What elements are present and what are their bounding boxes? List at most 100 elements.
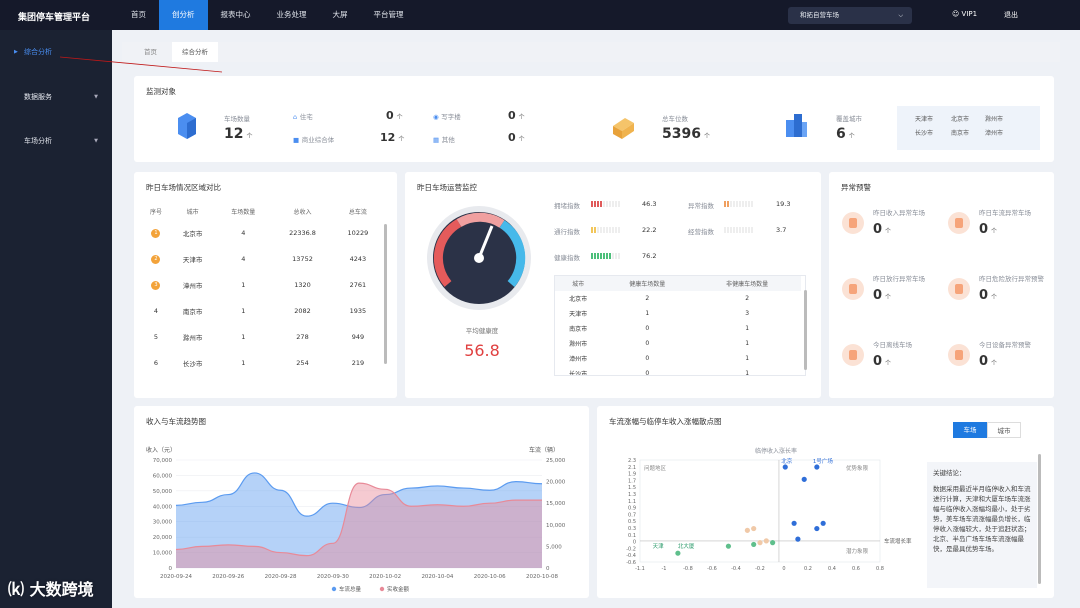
index-label: 异常指数 <box>688 202 714 210</box>
x-tick-label: 0 <box>782 566 785 572</box>
region-table: 序号 城市 车场数量 总收入 总车流 1 北京市 4 22336.8 10229 2 天津… <box>142 202 382 376</box>
cell: 长沙市 <box>182 360 203 368</box>
data-point <box>770 540 776 546</box>
y-tick-label: 1.9 <box>628 472 636 478</box>
col-header[interactable]: 总车流 <box>334 202 382 220</box>
panel-scrollbar[interactable] <box>1038 454 1041 584</box>
cell: 3 <box>745 310 750 317</box>
cell: 1 <box>241 333 246 341</box>
y-tick-label: 0.7 <box>628 512 636 518</box>
cell: 天津市 <box>182 256 203 264</box>
x-tick-label: 0.4 <box>828 566 836 572</box>
y-axis-label: 收入（元） <box>146 446 176 454</box>
point-label: 1号广场 <box>813 457 833 465</box>
tab-city[interactable]: 城市 <box>987 422 1021 438</box>
alert-icon <box>842 344 864 366</box>
unit-label: 个 <box>246 133 253 140</box>
cell: 1 <box>745 325 750 332</box>
region-title: 昨日车场情况区域对比 <box>146 183 221 192</box>
alerts-title: 异常预警 <box>841 183 871 192</box>
alert-label: 昨日收入异常车场 <box>873 209 925 217</box>
data-point <box>820 520 826 526</box>
col-header: 非健康车场数量 <box>726 281 769 288</box>
alert-label: 昨日放行异常车场 <box>873 275 925 283</box>
y-tick-label: 50,000 <box>153 489 173 495</box>
stat-value: 0 <box>508 131 516 144</box>
index-value: 19.3 <box>776 200 791 208</box>
stat-office: ◉ 写字楼 <box>433 111 461 121</box>
col-header: 序号 <box>149 208 162 216</box>
region-scrollbar[interactable] <box>384 224 387 364</box>
x-tick-label: -1 <box>662 566 667 572</box>
point-label: 北大厦 <box>678 542 695 550</box>
col-header[interactable]: 车场数量 <box>215 202 271 220</box>
unit-label: 个 <box>885 360 892 367</box>
alert-icon <box>842 212 864 234</box>
table-row: 滁州市 0 1 <box>555 336 801 351</box>
city-tag: 天津市 <box>915 116 934 123</box>
region-card: 昨日车场情况区域对比 序号 城市 车场数量 总收入 总车流 1 北京市 4 22336… <box>134 172 397 398</box>
y-tick-label: 10,000 <box>153 551 173 557</box>
alert-stat: 0个 <box>873 354 891 369</box>
x-tick-label: 2020-10-08 <box>526 574 558 580</box>
trend-title: 收入与车流趋势图 <box>146 417 206 426</box>
health-table-scrollbar[interactable] <box>804 290 807 370</box>
cell: 6 <box>153 359 159 367</box>
col-header: 城市 <box>572 281 585 288</box>
alert-value: 0 <box>979 354 989 369</box>
data-point <box>744 527 750 533</box>
y-tick-label: 70,000 <box>153 458 173 464</box>
stat-other: ▦ 其他 <box>433 134 455 144</box>
alert-label: 昨日危险放行异常预警 <box>979 275 1044 283</box>
y2-tick-label: 5,000 <box>546 544 562 550</box>
cell: 278 <box>296 333 309 341</box>
cell: 1935 <box>349 307 367 315</box>
point-label: 天津 <box>653 543 665 550</box>
legend-swatch <box>379 586 385 592</box>
health-table-wrap: 城市 健康车场数量 非健康车场数量 北京市 2 2 天津市 1 3 南京市 0 1 滁州市 0… <box>554 275 806 376</box>
cell: 254 <box>296 359 309 367</box>
alert-icon <box>948 344 970 366</box>
panel-text: 数据采用最近半月临停收入和车流进行计算，天津和大厦车场车流涨幅与临停收入涨幅均最… <box>933 485 1031 553</box>
cities-label: 覆盖城市 <box>836 115 862 123</box>
y-tick-label: 2.1 <box>628 465 636 471</box>
city-tag: 南京市 <box>951 130 970 137</box>
x-tick-label: 2020-10-06 <box>474 574 506 580</box>
index-value: 46.3 <box>642 200 657 208</box>
data-point <box>675 550 681 556</box>
unit-label: 个 <box>398 136 405 143</box>
stat-commercial: ■ 商业综合体 <box>293 134 334 144</box>
scatter-title: 车流涨幅与临停车收入涨幅散点图 <box>609 417 722 426</box>
data-point <box>763 538 769 544</box>
cell: 2761 <box>349 281 367 289</box>
ops-title: 昨日车场运营监控 <box>417 183 477 192</box>
cell: 4 <box>241 229 246 237</box>
y-tick-label: 60,000 <box>153 473 173 479</box>
cell: 4243 <box>349 255 367 263</box>
data-point <box>791 520 797 526</box>
y-tick-label: 1.7 <box>628 478 636 484</box>
cell: 1 <box>645 310 650 317</box>
alert-stat: 0个 <box>979 288 997 303</box>
point-label: 北京 <box>781 457 793 465</box>
unit-label: 个 <box>991 360 998 367</box>
cell: 漳州市 <box>182 282 203 290</box>
table-header-row: 城市 健康车场数量 非健康车场数量 <box>555 276 801 291</box>
lots-label: 车场数量 <box>224 115 250 123</box>
tab-lot[interactable]: 车场 <box>953 422 987 438</box>
gauge-value: 56.8 <box>464 341 500 360</box>
data-point <box>795 536 801 542</box>
index-label: 拥堵指数 <box>554 202 580 210</box>
y-tick-label: 40,000 <box>153 504 173 510</box>
cell: 949 <box>351 333 365 341</box>
alert-value: 0 <box>873 288 883 303</box>
quadrant-label: 问题地区 <box>644 464 667 472</box>
table-row: 1 北京市 4 22336.8 10229 <box>142 220 382 246</box>
unit-label: 个 <box>848 133 855 140</box>
plot-area <box>639 459 881 563</box>
city-list: 天津市 北京市 滁州市 长沙市 南京市 漳州市 <box>897 106 1040 150</box>
index-value: 22.2 <box>642 226 657 234</box>
x-tick-label: 2020-09-26 <box>212 574 244 580</box>
y2-tick-label: 20,000 <box>546 480 566 486</box>
col-header[interactable]: 总收入 <box>271 202 334 220</box>
